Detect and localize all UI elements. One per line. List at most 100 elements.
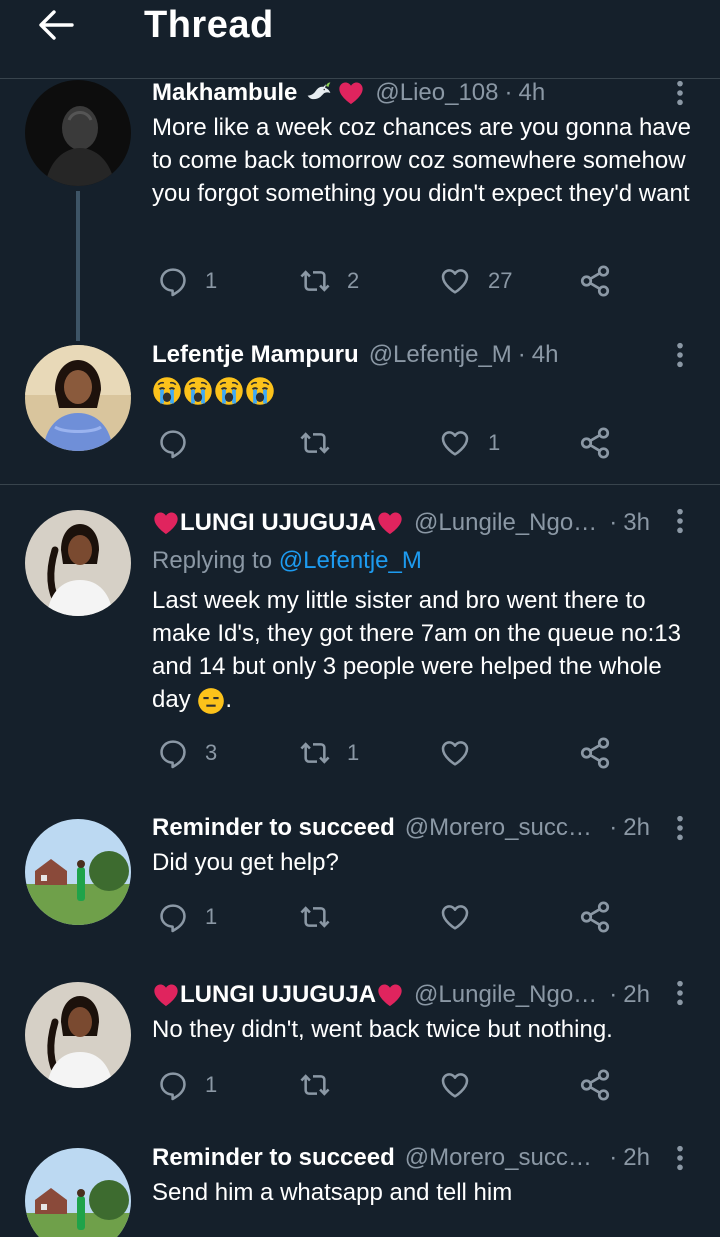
display-name[interactable]: Reminder to succeed (152, 1144, 395, 1172)
reply-icon (157, 1069, 189, 1101)
timestamp[interactable]: 2h (623, 1144, 650, 1172)
red-heart-emoji-icon (376, 981, 404, 1009)
timestamp[interactable]: 4h (519, 79, 546, 107)
like-button[interactable]: 27 (438, 261, 512, 301)
timestamp[interactable]: 2h (623, 814, 650, 842)
tweet-actions: 3 1 (0, 733, 720, 773)
avatar[interactable] (25, 80, 131, 186)
tweet[interactable]: LUNGI UJUGUJA @Lungile_Ngoma · 2h No the… (0, 971, 720, 1136)
reply-button[interactable]: 1 (157, 897, 217, 937)
retweet-icon (297, 265, 333, 297)
retweet-icon (297, 427, 333, 459)
timestamp[interactable]: 3h (623, 509, 650, 537)
user-handle[interactable]: @Lefentje_M (369, 341, 512, 369)
display-name[interactable]: LUNGI UJUGUJA (180, 509, 376, 537)
more-options-button[interactable] (668, 504, 692, 538)
retweet-count: 2 (347, 268, 360, 293)
timestamp[interactable]: 2h (623, 981, 650, 1009)
reply-button[interactable]: 1 (157, 261, 217, 301)
like-button[interactable] (438, 897, 486, 937)
retweet-button[interactable] (297, 897, 347, 937)
more-options-button[interactable] (668, 76, 692, 110)
replying-to-link[interactable]: @Lefentje_M (279, 547, 422, 574)
dove-emoji-icon (303, 79, 335, 107)
share-button[interactable] (578, 423, 612, 463)
share-button[interactable] (578, 733, 612, 773)
page-title: Thread (144, 4, 274, 46)
like-button[interactable] (438, 1065, 486, 1105)
tweet[interactable]: Reminder to succeed @Morero_succe... · 2… (0, 803, 720, 971)
display-name[interactable]: Makhambule (152, 79, 297, 107)
tweet[interactable]: Lefentje Mampuru @Lefentje_M · 4h 1 (0, 337, 720, 484)
share-button[interactable] (578, 261, 612, 301)
tweet[interactable]: LUNGI UJUGUJA @Lungile_Ngoma · 3h Replyi… (0, 485, 720, 803)
more-vertical-icon (676, 79, 684, 107)
avatar[interactable] (25, 1148, 131, 1237)
retweet-button[interactable]: 2 (297, 261, 359, 301)
top-app-bar: Thread (0, 0, 720, 79)
more-options-button[interactable] (668, 811, 692, 845)
share-button[interactable] (578, 897, 612, 937)
tweet[interactable]: Makhambule @Lieo_108 · 4h More like a we… (0, 76, 720, 341)
retweet-icon (297, 901, 333, 933)
reply-button[interactable] (157, 423, 203, 463)
loudly-crying-face-icon (245, 376, 275, 406)
reply-icon (157, 265, 189, 297)
user-handle[interactable]: @Morero_succe... (405, 814, 598, 842)
more-options-button[interactable] (668, 338, 692, 372)
tweet-actions: 1 (0, 423, 720, 463)
timestamp[interactable]: 4h (532, 341, 559, 369)
reply-count: 1 (205, 268, 218, 293)
share-icon (578, 264, 612, 298)
loudly-crying-face-icon (214, 376, 244, 406)
more-vertical-icon (676, 979, 684, 1007)
tweet-actions: 1 (0, 897, 720, 937)
reply-icon (157, 427, 189, 459)
share-icon (578, 426, 612, 460)
user-handle[interactable]: @Morero_succe... (405, 1144, 598, 1172)
display-name[interactable]: Reminder to succeed (152, 814, 395, 842)
user-handle[interactable]: @Lungile_Ngoma (414, 981, 603, 1009)
share-icon (578, 1068, 612, 1102)
more-vertical-icon (676, 814, 684, 842)
separator-dot: · (609, 1144, 618, 1171)
retweet-button[interactable] (297, 1065, 347, 1105)
loudly-crying-face-icon (152, 376, 182, 406)
separator-dot: · (609, 509, 618, 536)
replying-to: Replying to @Lefentje_M (152, 544, 422, 577)
separator-dot: · (504, 79, 513, 106)
avatar[interactable] (25, 510, 131, 616)
more-vertical-icon (676, 1144, 684, 1172)
like-button[interactable]: 1 (438, 423, 500, 463)
arrow-left-icon (39, 10, 74, 40)
retweet-count: 1 (347, 740, 360, 765)
red-heart-emoji-icon (337, 79, 365, 107)
reply-button[interactable]: 3 (157, 733, 217, 773)
share-button[interactable] (578, 1065, 612, 1105)
reply-count: 1 (205, 1072, 218, 1097)
user-handle[interactable]: @Lieo_108 (375, 79, 498, 107)
reply-button[interactable]: 1 (157, 1065, 217, 1105)
expressionless-face-icon (197, 687, 225, 715)
red-heart-emoji-icon (152, 981, 180, 1009)
back-button[interactable] (36, 8, 76, 42)
like-button[interactable] (438, 733, 486, 773)
display-name[interactable]: Lefentje Mampuru (152, 341, 359, 369)
tweet-text (152, 373, 702, 407)
retweet-icon (297, 737, 333, 769)
retweet-button[interactable]: 1 (297, 733, 359, 773)
tweet-text-suffix: . (225, 686, 233, 713)
user-handle[interactable]: @Lungile_Ngoma (414, 509, 603, 537)
reply-count: 1 (205, 904, 218, 929)
retweet-button[interactable] (297, 423, 347, 463)
more-options-button[interactable] (668, 976, 692, 1010)
separator-dot: · (609, 814, 618, 841)
red-heart-emoji-icon (376, 509, 404, 537)
more-options-button[interactable] (668, 1141, 692, 1175)
tweet-text: Last week my little sister and bro went … (152, 584, 702, 716)
display-name[interactable]: LUNGI UJUGUJA (180, 981, 376, 1009)
tweet[interactable]: Reminder to succeed @Morero_succe... · 2… (0, 1136, 720, 1237)
heart-icon (438, 427, 472, 459)
reply-icon (157, 737, 189, 769)
tweet-actions: 1 (0, 1065, 720, 1105)
